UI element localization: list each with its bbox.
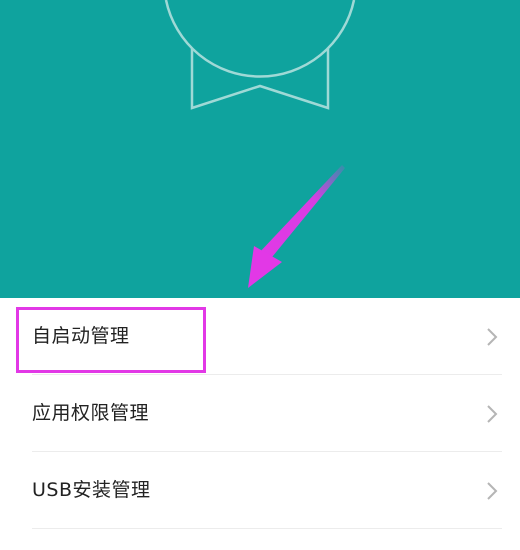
chevron-right-icon xyxy=(487,482,498,500)
chevron-right-icon xyxy=(487,405,498,423)
divider xyxy=(32,528,502,529)
pointer-arrow-icon xyxy=(248,165,345,288)
settings-list: 自启动管理 应用权限管理 USB安装管理 xyxy=(0,298,520,529)
list-item-auto-start[interactable]: 自启动管理 xyxy=(0,298,520,375)
header-banner xyxy=(0,0,520,298)
list-item-usb-install[interactable]: USB安装管理 xyxy=(0,452,520,529)
list-item-label: 应用权限管理 xyxy=(32,402,150,424)
list-item-label: USB安装管理 xyxy=(32,479,151,501)
list-item-app-permissions[interactable]: 应用权限管理 xyxy=(0,375,520,452)
list-item-label: 自启动管理 xyxy=(32,325,130,347)
chevron-right-icon xyxy=(487,328,498,346)
